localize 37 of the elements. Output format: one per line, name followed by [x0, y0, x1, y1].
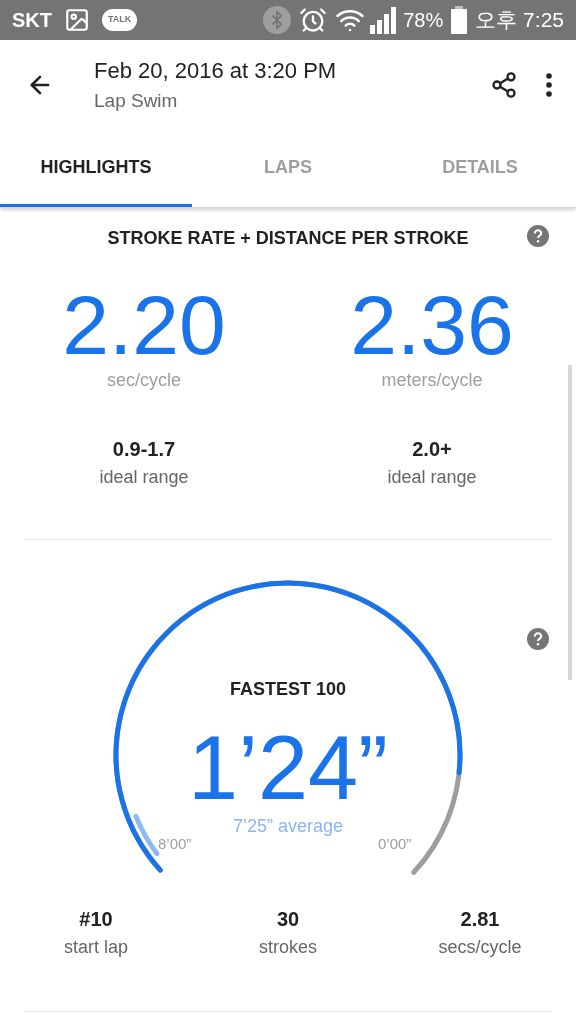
tab[interactable]: DETAILS: [384, 130, 576, 207]
more-icon: [546, 73, 552, 97]
stat-label: start lap: [64, 936, 128, 959]
image-icon: [64, 7, 90, 33]
metric-unit: meters/cycle: [381, 369, 483, 392]
share-icon: [490, 71, 518, 99]
section-title: STROKE RATE + DISTANCE PER STROKE: [107, 226, 469, 250]
clock-time: 오후 7:25: [475, 7, 564, 34]
average-time: 7’25” average: [232, 815, 344, 838]
battery-percent: 78%: [403, 8, 444, 33]
gauge-min-label: 8’00”: [158, 834, 192, 854]
ideal-range-label: ideal range: [387, 466, 477, 489]
battery-icon: [451, 6, 468, 34]
stat-value: #10: [79, 907, 113, 932]
fastest-title: FASTEST 100: [229, 678, 346, 701]
alarm-icon: [299, 6, 328, 34]
fastest-time: 1’24”: [187, 723, 389, 813]
gauge-max-label: 0’00”: [378, 834, 412, 854]
ideal-range-label: ideal range: [99, 466, 189, 489]
ideal-range-value: 2.0+: [412, 437, 452, 462]
help-icon[interactable]: [527, 628, 549, 650]
tab[interactable]: HIGHLIGHTS: [0, 130, 192, 207]
tab[interactable]: LAPS: [192, 130, 384, 207]
metric-value: 2.36: [350, 283, 514, 367]
session-title: Feb 20, 2016 at 3:20 PM: [94, 57, 337, 86]
carrier-label: SKT: [12, 8, 52, 33]
stat-value: 30: [276, 907, 300, 932]
metric-unit: sec/cycle: [107, 369, 181, 392]
metric-value: 2.20: [62, 283, 226, 367]
stat-label: secs/cycle: [438, 936, 522, 959]
stat-label: strokes: [259, 936, 317, 959]
bluetooth-icon: [263, 6, 292, 34]
session-subtitle: Lap Swim: [94, 89, 179, 114]
help-icon[interactable]: [527, 225, 549, 247]
chat-badge: TALK: [102, 9, 138, 31]
ideal-range-value: 0.9-1.7: [112, 437, 176, 462]
stat-value: 2.81: [460, 907, 500, 932]
